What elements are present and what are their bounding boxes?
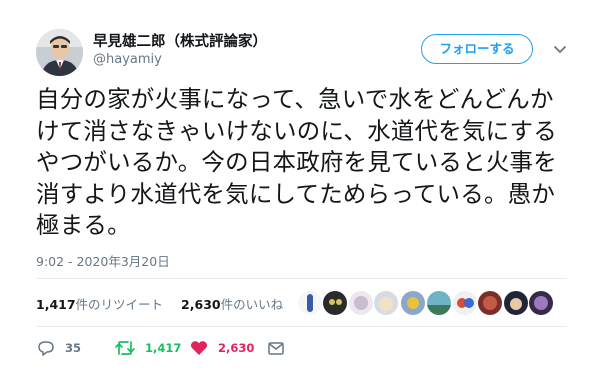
- divider-top: [36, 278, 567, 279]
- likes-stat-label: 件のいいね: [220, 297, 284, 312]
- reply-icon: [38, 341, 54, 356]
- liker-avatar[interactable]: [297, 290, 323, 316]
- liker-avatar[interactable]: [477, 290, 503, 316]
- heart-icon: [190, 341, 208, 355]
- reply-count: 35: [65, 341, 82, 355]
- retweets-stat-count: 1,417: [36, 297, 76, 312]
- liker-avatar[interactable]: [348, 290, 374, 316]
- divider-bottom: [36, 326, 567, 327]
- liker-avatar[interactable]: [528, 290, 554, 316]
- liker-avatar[interactable]: [452, 290, 478, 316]
- likes-stat-count: 2,630: [181, 297, 221, 312]
- reply-button[interactable]: 35: [36, 337, 81, 359]
- author-display-name[interactable]: 早見雄二郎（株式評論家）: [93, 30, 267, 51]
- author-handle[interactable]: @hayamiy: [93, 52, 162, 67]
- liker-avatar[interactable]: [373, 290, 399, 316]
- chevron-down-icon[interactable]: [551, 40, 569, 58]
- retweets-stat-label: 件のリツイート: [75, 297, 164, 312]
- tweet-timestamp[interactable]: 9:02 - 2020年3月20日: [36, 251, 170, 270]
- liker-avatar[interactable]: [400, 290, 426, 316]
- retweet-icon: [115, 341, 135, 355]
- avatar-image: [36, 29, 83, 76]
- retweet-count: 1,417: [145, 341, 182, 355]
- tweet-stats: 1,417件のリツイート 2,630件のいいね: [36, 294, 297, 313]
- liker-avatars: [297, 290, 567, 316]
- retweet-button[interactable]: 1,417: [114, 337, 181, 359]
- avatar[interactable]: [36, 29, 83, 76]
- liker-avatar[interactable]: [322, 290, 348, 316]
- like-count: 2,630: [218, 341, 255, 355]
- likes-stat[interactable]: 2,630件のいいね: [181, 294, 283, 313]
- tweet-text: 自分の家が火事になって、急いで水をどんどんかけて消さなきゃいけないのに、水道代を…: [36, 85, 557, 239]
- direct-message-button[interactable]: [266, 337, 286, 359]
- like-button[interactable]: 2,630: [189, 337, 254, 359]
- retweets-stat[interactable]: 1,417件のリツイート: [36, 294, 163, 313]
- envelope-icon: [268, 342, 284, 355]
- follow-button[interactable]: フォローする: [421, 34, 533, 64]
- tweet-actions: 35 1,417 2,630: [36, 337, 336, 359]
- liker-avatar[interactable]: [503, 290, 529, 316]
- liker-avatar[interactable]: [426, 290, 452, 316]
